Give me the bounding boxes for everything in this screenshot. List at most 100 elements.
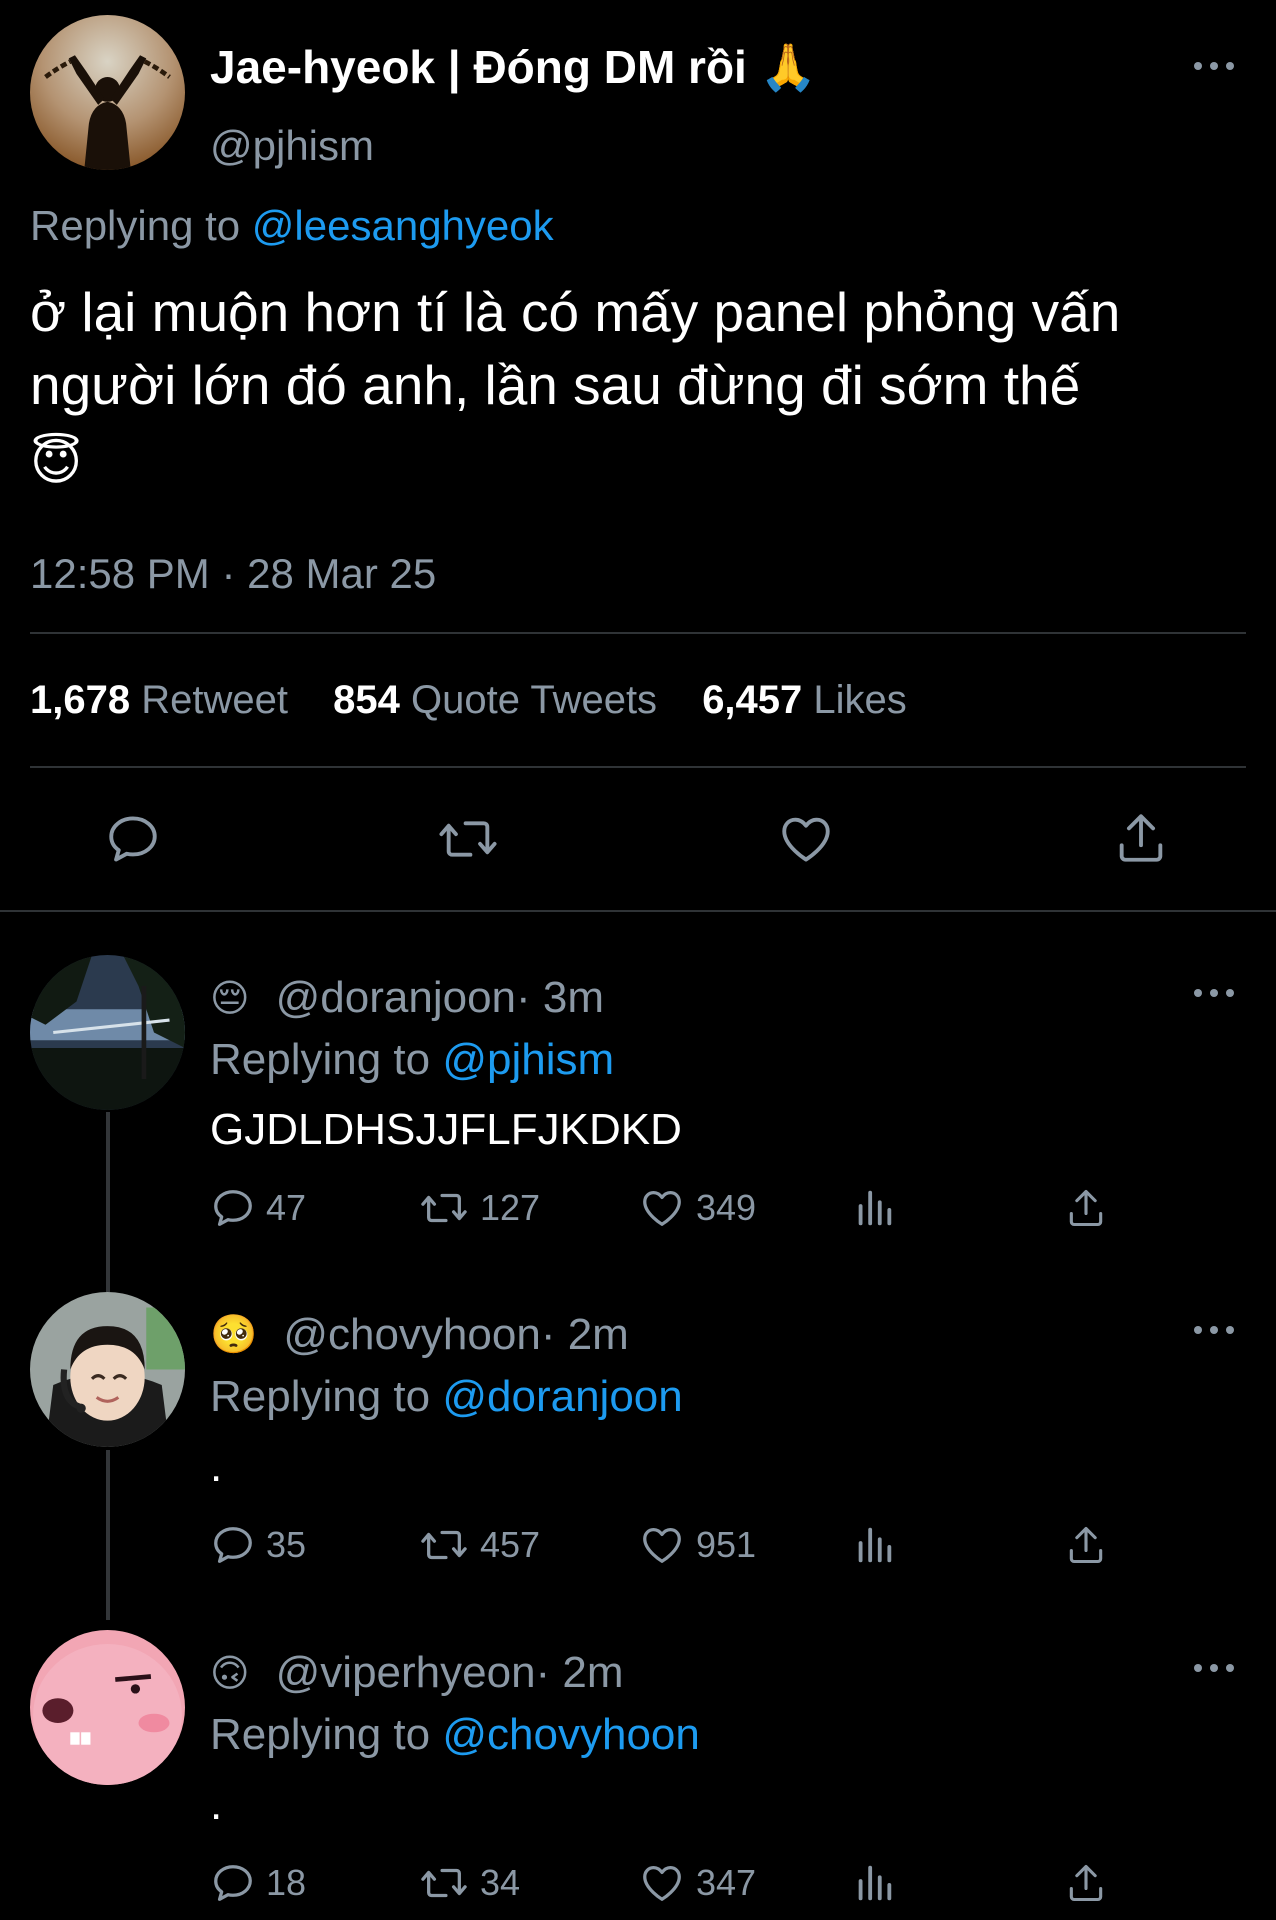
more-dot bbox=[1194, 62, 1202, 70]
divider bbox=[0, 910, 1276, 912]
retweet-button[interactable]: 34 bbox=[418, 1860, 520, 1906]
reply-handle[interactable]: @doranjoon bbox=[276, 973, 516, 1023]
likes-count: 6,457 bbox=[702, 678, 803, 722]
retweet-icon bbox=[439, 821, 497, 857]
reply-tweet[interactable]: 😔 @doranjoon · 3m Replying to @pjhism GJ… bbox=[0, 955, 1276, 1292]
share-button[interactable] bbox=[1064, 1860, 1118, 1906]
author-name-text: Jae-hyeok | Đóng DM rồi bbox=[210, 41, 747, 93]
like-count: 347 bbox=[696, 1862, 757, 1903]
reply-button[interactable] bbox=[104, 810, 162, 868]
more-dot bbox=[1210, 62, 1218, 70]
reply-bubble-icon bbox=[109, 816, 157, 862]
replying-to-line: Replying to @doranjoon bbox=[210, 1372, 683, 1422]
reply-bubble-icon bbox=[214, 1527, 252, 1563]
like-button[interactable] bbox=[776, 810, 836, 868]
reply-time: · 2m bbox=[540, 1310, 629, 1359]
analytics-icon bbox=[858, 1190, 892, 1226]
views-button[interactable] bbox=[854, 1185, 904, 1231]
retweet-icon bbox=[421, 1530, 467, 1560]
reply-avatar[interactable] bbox=[30, 1630, 185, 1785]
share-icon bbox=[1119, 814, 1163, 862]
reply-count: 35 bbox=[266, 1524, 307, 1565]
folded-hands-emoji: 🙏 bbox=[759, 41, 817, 93]
retweet-count: 34 bbox=[480, 1862, 521, 1903]
replying-to-line: Replying to @leesanghyeok bbox=[30, 202, 554, 250]
reply-text: . bbox=[210, 1442, 223, 1491]
author-avatar[interactable] bbox=[30, 15, 185, 170]
retweet-count: 127 bbox=[480, 1187, 541, 1228]
heart-icon bbox=[643, 1528, 681, 1563]
like-count: 951 bbox=[696, 1524, 757, 1565]
avatar-image bbox=[30, 1292, 185, 1447]
more-options-button[interactable] bbox=[1194, 1320, 1234, 1340]
likes-stat[interactable]: 6,457 Likes bbox=[702, 678, 907, 722]
analytics-icon bbox=[858, 1865, 892, 1901]
retweet-button[interactable]: 457 bbox=[418, 1522, 540, 1568]
more-dot bbox=[1226, 62, 1234, 70]
retweet-button[interactable]: 127 bbox=[418, 1185, 540, 1231]
more-options-button[interactable] bbox=[1194, 1658, 1234, 1678]
more-dot bbox=[1210, 989, 1218, 997]
smiling-halo-emoji: 😇 bbox=[30, 433, 83, 490]
replying-to-link[interactable]: @doranjoon bbox=[442, 1372, 682, 1421]
replying-to-label: Replying to bbox=[210, 1372, 443, 1421]
more-dot bbox=[1226, 989, 1234, 997]
like-button[interactable]: 349 bbox=[638, 1185, 756, 1231]
share-button[interactable] bbox=[1112, 808, 1170, 868]
replying-to-link[interactable]: @leesanghyeok bbox=[252, 202, 554, 249]
heart-icon bbox=[643, 1866, 681, 1901]
reply-actions: 18 34 347 bbox=[210, 1860, 1210, 1920]
like-button[interactable]: 951 bbox=[638, 1522, 756, 1568]
avatar-image bbox=[30, 15, 185, 170]
tweet-timestamp[interactable]: 12:58 PM · 28 Mar 25 bbox=[30, 550, 436, 598]
like-button[interactable]: 347 bbox=[638, 1860, 756, 1906]
retweets-stat[interactable]: 1,678 Retweet bbox=[30, 678, 288, 722]
pleading-emoji: 🥺 bbox=[210, 1314, 258, 1356]
divider bbox=[30, 632, 1246, 634]
reply-actions: 35 457 951 bbox=[210, 1522, 1210, 1582]
tweet-text: ở lại muộn hơn tí là có mấy panel phỏng … bbox=[30, 276, 1250, 499]
reply-header: 😔 @doranjoon · 3m bbox=[210, 973, 604, 1023]
replying-to-link[interactable]: @pjhism bbox=[442, 1035, 614, 1084]
retweet-button[interactable] bbox=[436, 810, 500, 868]
replying-to-label: Replying to bbox=[210, 1710, 443, 1759]
more-dot bbox=[1226, 1664, 1234, 1672]
more-dot bbox=[1194, 1326, 1202, 1334]
reply-count: 18 bbox=[266, 1862, 307, 1903]
reply-button[interactable]: 18 bbox=[210, 1860, 306, 1906]
share-icon bbox=[1069, 1864, 1103, 1902]
reply-actions: 47 127 349 bbox=[210, 1185, 1210, 1245]
views-button[interactable] bbox=[854, 1522, 904, 1568]
reply-avatar[interactable] bbox=[30, 955, 185, 1110]
reply-text: . bbox=[210, 1780, 223, 1829]
reply-time: · 2m bbox=[535, 1648, 624, 1697]
more-options-button[interactable] bbox=[1194, 983, 1234, 1003]
reply-handle[interactable]: @viperhyeon bbox=[276, 1648, 536, 1698]
retweet-icon bbox=[421, 1868, 467, 1898]
share-button[interactable] bbox=[1064, 1185, 1118, 1231]
reply-tweet[interactable]: 🥺 @chovyhoon · 2m Replying to @doranjoon… bbox=[0, 1292, 1276, 1629]
reply-text: GJDLDHSJJFLFJKDKD bbox=[210, 1105, 682, 1154]
more-dot bbox=[1226, 1326, 1234, 1334]
reply-bubble-icon bbox=[214, 1865, 252, 1901]
replying-to-label: Replying to bbox=[210, 1035, 443, 1084]
more-dot bbox=[1194, 989, 1202, 997]
more-options-button[interactable] bbox=[1194, 56, 1234, 76]
reply-bubble-icon bbox=[214, 1190, 252, 1226]
reply-avatar[interactable] bbox=[30, 1292, 185, 1447]
more-dot bbox=[1210, 1664, 1218, 1672]
reply-tweet[interactable]: 🙃 @viperhyeon · 2m Replying to @chovyhoo… bbox=[0, 1630, 1276, 1920]
share-button[interactable] bbox=[1064, 1522, 1118, 1568]
reply-button[interactable]: 47 bbox=[210, 1185, 306, 1231]
reply-button[interactable]: 35 bbox=[210, 1522, 306, 1568]
reply-handle[interactable]: @chovyhoon bbox=[283, 1310, 541, 1360]
author-handle[interactable]: @pjhism bbox=[210, 122, 374, 170]
quotes-stat[interactable]: 854 Quote Tweets bbox=[333, 678, 657, 722]
replying-to-label: Replying to bbox=[30, 202, 252, 249]
avatar-image bbox=[30, 1630, 185, 1785]
likes-label: Likes bbox=[813, 678, 907, 722]
views-button[interactable] bbox=[854, 1860, 904, 1906]
replying-to-link[interactable]: @chovyhoon bbox=[442, 1710, 700, 1759]
author-display-name[interactable]: Jae-hyeok | Đóng DM rồi 🙏 bbox=[210, 40, 817, 95]
retweet-icon bbox=[421, 1193, 467, 1223]
